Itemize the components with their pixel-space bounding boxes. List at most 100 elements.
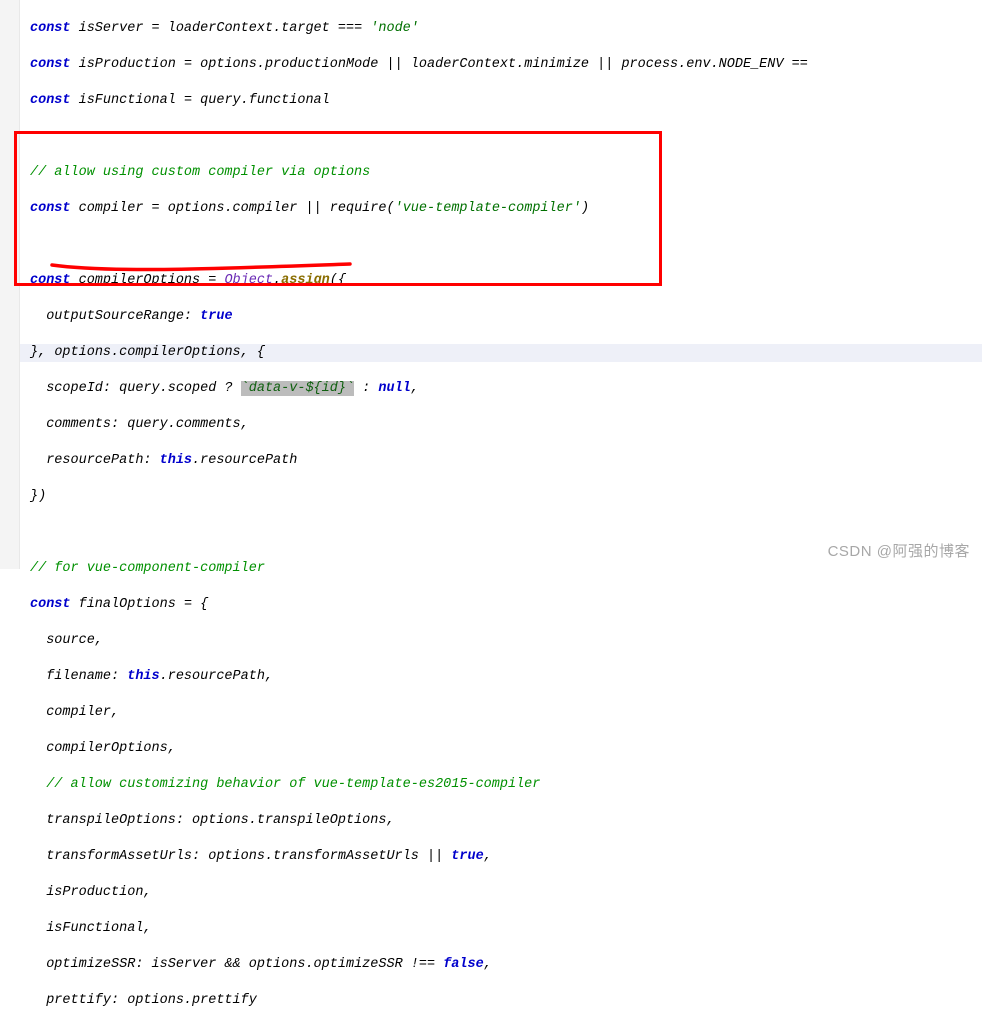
code-line[interactable]: const compilerOptions = Object.assign({	[20, 272, 982, 290]
identifier: isFunctional	[79, 93, 184, 108]
comma: ,	[484, 957, 492, 972]
operator: = {	[184, 597, 208, 612]
null-literal: null	[378, 381, 410, 396]
code-line[interactable]: optimizeSSR: isServer && options.optimiz…	[20, 956, 982, 974]
code-line[interactable]: compilerOptions,	[20, 740, 982, 758]
operator: ||	[597, 57, 621, 72]
property: isProduction,	[30, 885, 152, 900]
operator: ==	[792, 57, 808, 72]
property: transpileOptions: options.transpileOptio…	[30, 813, 395, 828]
code-line[interactable]	[20, 128, 982, 146]
code-line[interactable]	[20, 524, 982, 542]
code-line[interactable]: const isProduction = options.productionM…	[20, 56, 982, 74]
code-line[interactable]: scopeId: query.scoped ? `data-v-${id}` :…	[20, 380, 982, 398]
operator: :	[354, 381, 378, 396]
code-line[interactable]: isProduction,	[20, 884, 982, 902]
keyword-this: this	[160, 453, 192, 468]
code-line[interactable]: // for vue-component-compiler	[20, 560, 982, 578]
watermark: CSDN @阿强的博客	[828, 543, 970, 561]
code-line-highlighted[interactable]: }, options.compilerOptions, {	[20, 344, 982, 362]
identifier: options.compilerOptions,	[54, 345, 257, 360]
code-line[interactable]: // allow customizing behavior of vue-tem…	[20, 776, 982, 794]
operator: ===	[338, 21, 370, 36]
keyword-const: const	[30, 597, 79, 612]
code-line[interactable]: transpileOptions: options.transpileOptio…	[20, 812, 982, 830]
keyword-this: this	[127, 669, 159, 684]
method-assign: assign	[281, 273, 330, 288]
operator: ?	[224, 381, 240, 396]
operator: =	[184, 93, 200, 108]
paren: (	[387, 201, 395, 216]
code-line[interactable]: filename: this.resourcePath,	[20, 668, 982, 686]
object-global: Object	[224, 273, 273, 288]
property: transformAssetUrls: options.transformAss…	[30, 849, 427, 864]
property: resourcePath:	[30, 453, 160, 468]
comment: // allow using custom compiler via optio…	[30, 165, 370, 180]
identifier: isProduction	[79, 57, 184, 72]
code-line[interactable]: compiler,	[20, 704, 982, 722]
code-line[interactable]: source,	[20, 632, 982, 650]
identifier: isServer	[79, 21, 152, 36]
dot: .	[273, 273, 281, 288]
property: compilerOptions,	[30, 741, 176, 756]
identifier: options.compiler	[168, 201, 306, 216]
brace: },	[30, 345, 54, 360]
comma: ,	[411, 381, 419, 396]
property: compiler,	[30, 705, 119, 720]
code-line[interactable]: prettify: options.prettify	[20, 992, 982, 1010]
keyword-const: const	[30, 273, 79, 288]
code-line[interactable]: const isServer = loaderContext.target ==…	[20, 20, 982, 38]
operator: !==	[411, 957, 443, 972]
property: scopeId: query.scoped	[30, 381, 224, 396]
code-line[interactable]: })	[20, 488, 982, 506]
boolean-true: true	[200, 309, 232, 324]
indent	[30, 777, 46, 792]
code-line[interactable]: isFunctional,	[20, 920, 982, 938]
code-region[interactable]: const isServer = loaderContext.target ==…	[20, 0, 982, 1028]
brace: {	[257, 345, 265, 360]
code-line[interactable]: comments: query.comments,	[20, 416, 982, 434]
identifier: .resourcePath,	[160, 669, 273, 684]
boolean-false: false	[443, 957, 484, 972]
paren: )	[581, 201, 589, 216]
property: comments: query.comments,	[30, 417, 249, 432]
paren-brace: ({	[330, 273, 346, 288]
code-line[interactable]: // allow using custom compiler via optio…	[20, 164, 982, 182]
code-line[interactable]: const finalOptions = {	[20, 596, 982, 614]
property: optimizeSSR: isServer	[30, 957, 224, 972]
code-line[interactable]: resourcePath: this.resourcePath	[20, 452, 982, 470]
property: prettify: options.prettify	[30, 993, 257, 1008]
code-line[interactable]: const isFunctional = query.functional	[20, 92, 982, 110]
comma: ,	[484, 849, 492, 864]
identifier: options.productionMode	[200, 57, 386, 72]
code-line[interactable]: outputSourceRange: true	[20, 308, 982, 326]
code-line[interactable]: transformAssetUrls: options.transformAss…	[20, 848, 982, 866]
identifier: process.env.NODE_ENV	[621, 57, 791, 72]
keyword-const: const	[30, 201, 79, 216]
operator: =	[152, 201, 168, 216]
keyword-const: const	[30, 57, 79, 72]
identifier: options.optimizeSSR	[249, 957, 411, 972]
property: filename:	[30, 669, 127, 684]
operator: ||	[386, 57, 410, 72]
code-line[interactable]	[20, 236, 982, 254]
gutter	[0, 0, 20, 569]
brace: })	[30, 489, 46, 504]
code-line[interactable]: const compiler = options.compiler || req…	[20, 200, 982, 218]
property: isFunctional,	[30, 921, 152, 936]
operator: ||	[305, 201, 329, 216]
comment: // allow customizing behavior of vue-tem…	[46, 777, 540, 792]
operator: =	[184, 57, 200, 72]
property: outputSourceRange:	[30, 309, 200, 324]
identifier: loaderContext.minimize	[411, 57, 597, 72]
operator: ||	[427, 849, 451, 864]
string-literal: 'node'	[370, 21, 419, 36]
string-literal: 'vue-template-compiler'	[395, 201, 581, 216]
identifier: .resourcePath	[192, 453, 297, 468]
template-string-selected: `data-v-${id}`	[241, 381, 354, 396]
function-call: require	[330, 201, 387, 216]
operator: =	[152, 21, 168, 36]
operator: =	[208, 273, 224, 288]
identifier: compilerOptions	[79, 273, 209, 288]
boolean-true: true	[451, 849, 483, 864]
